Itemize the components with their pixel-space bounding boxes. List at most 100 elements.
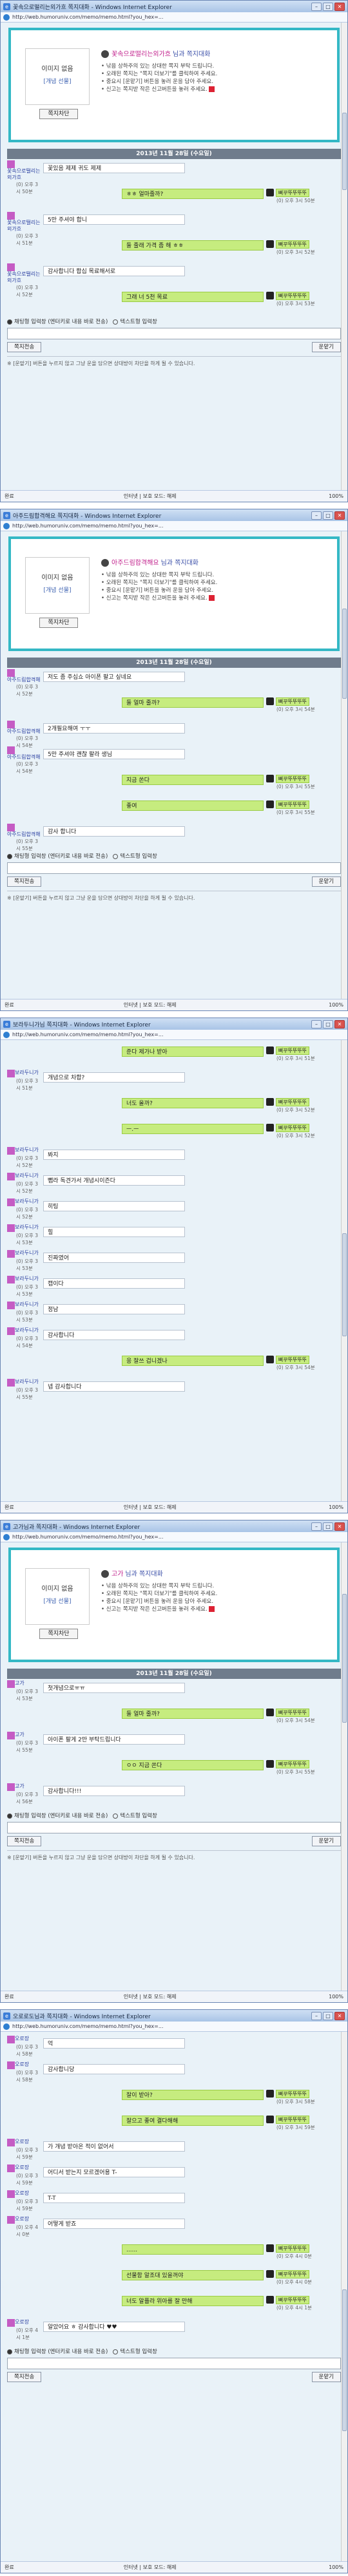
partner-name-text[interactable]: 아주드림합격해요 xyxy=(111,560,159,567)
title-bar[interactable]: e 오로로도님과 쪽지대화 - Windows Internet Explore… xyxy=(1,2010,347,2022)
luck-button[interactable]: 운맡기 xyxy=(311,342,341,352)
close-button[interactable]: ✕ xyxy=(334,2,345,11)
scroll-thumb[interactable] xyxy=(342,2289,347,2431)
sender-name[interactable]: 보라두니가 xyxy=(15,1302,39,1308)
send-memo-button[interactable]: 쪽지전송 xyxy=(7,342,42,352)
zoom-level[interactable]: 100% xyxy=(329,493,343,499)
sender-name[interactable]: 보라두니가 xyxy=(15,1379,39,1385)
scroll-thumb[interactable] xyxy=(342,1594,347,1723)
send-memo-button[interactable]: 쪽지전송 xyxy=(7,2372,42,2382)
sender-name[interactable]: 아주드림합격해 xyxy=(7,677,41,683)
nick-badge[interactable]: [개념 선물] xyxy=(26,585,89,594)
reply-input[interactable] xyxy=(7,2358,341,2369)
report-icon[interactable] xyxy=(208,86,215,92)
scroll-thumb[interactable] xyxy=(342,113,347,190)
minimize-button[interactable]: – xyxy=(311,1522,322,1531)
sender-name[interactable]: 보라두니가 xyxy=(15,1198,39,1205)
sender-name[interactable]: 오로장 xyxy=(15,2319,29,2325)
minimize-button[interactable]: – xyxy=(311,2011,322,2020)
sender-name[interactable]: 아주드림합격해 xyxy=(7,728,41,735)
radio-chat-mode[interactable] xyxy=(7,1813,12,1819)
sender-name[interactable]: 꽃속으로떨리는외가흐 xyxy=(7,271,42,284)
maximize-button[interactable]: □ xyxy=(323,2011,333,2020)
nick-badge[interactable]: [개념 선물] xyxy=(26,1596,89,1605)
partner-name-text[interactable]: 고가 xyxy=(111,1571,123,1578)
sender-name[interactable]: 보라두니가 xyxy=(15,1276,39,1282)
radio-text-mode[interactable] xyxy=(113,853,119,859)
radio-text-mode[interactable] xyxy=(113,319,119,325)
sender-name[interactable]: 고가 xyxy=(15,1732,24,1738)
sender-name[interactable]: 오로장 xyxy=(15,2061,29,2068)
zoom-level[interactable]: 100% xyxy=(329,1994,343,2000)
send-memo-button[interactable]: 쪽지전송 xyxy=(7,876,42,887)
address-bar[interactable]: http://web.humoruniv.com/memo/memo.html?… xyxy=(1,1030,347,1040)
sender-name[interactable]: 오로장 xyxy=(15,2216,29,2222)
close-button[interactable]: ✕ xyxy=(334,511,345,520)
radio-chat-mode[interactable] xyxy=(7,319,12,325)
sender-name[interactable]: 보라두니가 xyxy=(15,1070,39,1076)
sender-name[interactable]: 뻐꾸뚜뚜뚜뚜 xyxy=(275,1124,310,1132)
sender-name[interactable]: 뻐꾸뚜뚜뚜뚜 xyxy=(275,1709,310,1717)
maximize-button[interactable]: □ xyxy=(323,1522,333,1531)
sender-name[interactable]: 뻐꾸뚜뚜뚜뚜 xyxy=(275,1046,310,1055)
sender-name[interactable]: 뻐꾸뚜뚜뚜뚜 xyxy=(275,2244,310,2253)
sender-name[interactable]: 뻐꾸뚜뚜뚜뚜 xyxy=(275,800,310,809)
sender-name[interactable]: 뻐꾸뚜뚜뚜뚜 xyxy=(275,775,310,783)
scrollbar[interactable] xyxy=(341,531,347,999)
partner-name-text[interactable]: 꽃속으로떨리는외가흐 xyxy=(111,51,171,58)
sender-name[interactable]: 뻐꾸뚜뚜뚜뚜 xyxy=(275,2296,310,2304)
scroll-thumb[interactable] xyxy=(342,1233,347,1336)
sender-name[interactable]: 보라두니가 xyxy=(15,1250,39,1256)
sender-name[interactable]: 뻐꾸뚜뚜뚜뚜 xyxy=(275,292,310,300)
address-bar[interactable]: http://web.humoruniv.com/memo/memo.html?… xyxy=(1,12,347,23)
luck-button[interactable]: 운맡기 xyxy=(311,876,341,887)
close-button[interactable]: ✕ xyxy=(334,1019,345,1028)
close-button[interactable]: ✕ xyxy=(334,1522,345,1531)
scrollbar[interactable] xyxy=(341,2032,347,2561)
sender-name[interactable]: 아주드림합격해 xyxy=(7,831,41,838)
address-bar[interactable]: http://web.humoruniv.com/memo/memo.html?… xyxy=(1,521,347,531)
reply-input[interactable] xyxy=(7,862,341,874)
sender-name[interactable]: 뻐꾸뚜뚜뚜뚜 xyxy=(275,2270,310,2278)
block-memo-button[interactable]: 쪽지차단 xyxy=(39,109,78,119)
title-bar[interactable]: e 아주드림합격해요 쪽지대화 - Windows Internet Explo… xyxy=(1,509,347,521)
sender-name[interactable]: 고가 xyxy=(15,1680,24,1687)
report-icon[interactable] xyxy=(208,1606,215,1612)
sender-name[interactable]: 뻐꾸뚜뚜뚜뚜 xyxy=(275,1760,310,1768)
sender-name[interactable]: 오로장 xyxy=(15,2190,29,2197)
scrollbar[interactable] xyxy=(341,1040,347,1501)
scrollbar[interactable] xyxy=(341,23,347,490)
radio-chat-mode[interactable] xyxy=(7,2349,12,2354)
sender-name[interactable]: 오로장 xyxy=(15,2164,29,2171)
sender-name[interactable]: 고가 xyxy=(15,1783,24,1790)
sender-name[interactable]: 보라두니가 xyxy=(15,1147,39,1153)
minimize-button[interactable]: – xyxy=(311,2,322,11)
sender-name[interactable]: 뻐꾸뚜뚜뚜뚜 xyxy=(275,2090,310,2098)
sender-name[interactable]: 뻐꾸뚜뚜뚜뚜 xyxy=(275,189,310,197)
radio-text-mode[interactable] xyxy=(113,1813,119,1819)
sender-name[interactable]: 꽃속으로떨리는외가흐 xyxy=(7,220,42,232)
sender-name[interactable]: 아주드림합격해 xyxy=(7,754,41,761)
maximize-button[interactable]: □ xyxy=(323,2,333,11)
sender-name[interactable]: 뻐꾸뚜뚜뚜뚜 xyxy=(275,240,310,249)
scroll-thumb[interactable] xyxy=(342,609,347,699)
close-button[interactable]: ✕ xyxy=(334,2011,345,2020)
minimize-button[interactable]: – xyxy=(311,1019,322,1028)
reply-input[interactable] xyxy=(7,1822,341,1833)
sender-name[interactable]: 뻐꾸뚜뚜뚜뚜 xyxy=(275,1098,310,1106)
title-bar[interactable]: e 보라두니가님 쪽지대화 - Windows Internet Explore… xyxy=(1,1018,347,1030)
address-bar[interactable]: http://web.humoruniv.com/memo/memo.html?… xyxy=(1,2022,347,2032)
nick-badge[interactable]: [개념 선물] xyxy=(26,77,89,85)
sender-name[interactable]: 뻐꾸뚜뚜뚜뚜 xyxy=(275,2116,310,2124)
radio-chat-mode[interactable] xyxy=(7,853,12,859)
sender-name[interactable]: 보라두니가 xyxy=(15,1327,39,1334)
zoom-level[interactable]: 100% xyxy=(329,1002,343,1008)
reply-input[interactable] xyxy=(7,328,341,339)
sender-name[interactable]: 오로장 xyxy=(15,2139,29,2145)
scrollbar[interactable] xyxy=(341,1542,347,1991)
sender-name[interactable]: 오로장 xyxy=(15,2036,29,2042)
sender-name[interactable]: 보라두니가 xyxy=(15,1224,39,1231)
luck-button[interactable]: 운맡기 xyxy=(311,2372,341,2382)
maximize-button[interactable]: □ xyxy=(323,511,333,520)
luck-button[interactable]: 운맡기 xyxy=(311,1836,341,1846)
